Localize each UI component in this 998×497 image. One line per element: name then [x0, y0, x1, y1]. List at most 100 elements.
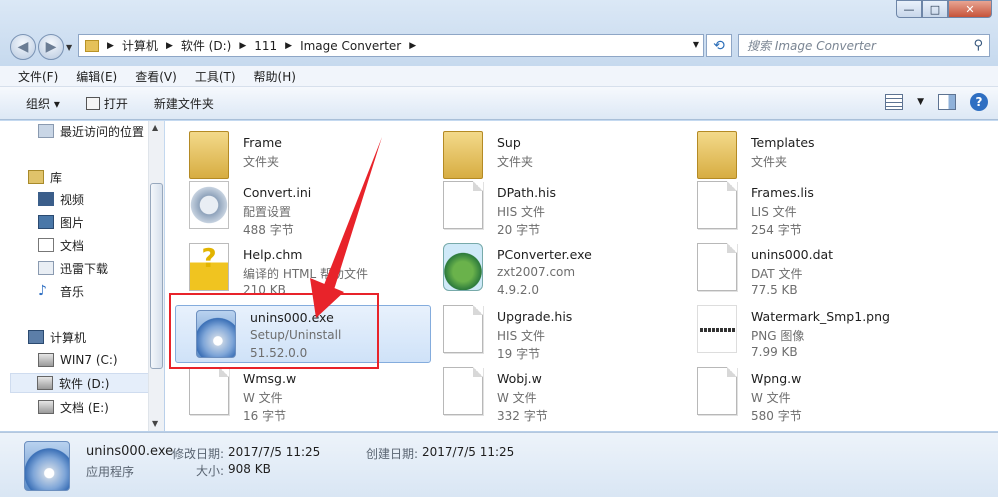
drive-icon — [37, 376, 53, 390]
help-file-icon: ? — [189, 243, 229, 291]
file-name: Wmsg.w — [243, 371, 297, 386]
nav-computer[interactable]: 计算机 — [28, 327, 86, 347]
breadcrumb-111[interactable]: 111 — [254, 39, 277, 53]
file-item[interactable]: Convert.ini 配置设置 488 字节 — [169, 177, 417, 237]
file-name: Frame — [243, 135, 282, 150]
file-size: 7.99 KB — [751, 345, 798, 359]
forward-button[interactable]: ▶ — [38, 34, 64, 60]
document-icon — [443, 181, 483, 229]
nav-documents[interactable]: 文档 — [38, 235, 84, 255]
maximize-button[interactable]: □ — [922, 0, 948, 18]
preview-pane-icon[interactable] — [938, 94, 956, 110]
recent-pages-dropdown[interactable]: ▼ — [66, 43, 72, 52]
view-dropdown-icon[interactable]: ▼ — [917, 97, 924, 107]
config-file-icon — [189, 181, 229, 229]
breadcrumb-image-converter[interactable]: Image Converter — [300, 39, 401, 53]
minimize-button[interactable]: — — [896, 0, 922, 18]
modified-label: 修改日期: — [172, 447, 225, 461]
file-type: 文件夹 — [751, 155, 788, 169]
file-item[interactable]: PConverter.exe zxt2007.com 4.9.2.0 — [423, 239, 671, 297]
file-item[interactable]: Wmsg.w W 文件 16 字节 — [169, 363, 417, 423]
document-icon — [189, 367, 229, 415]
organize-button[interactable]: 组织 ▾ — [26, 95, 60, 112]
nav-videos[interactable]: 视频 — [38, 189, 84, 209]
scroll-up-icon[interactable]: ▲ — [152, 123, 158, 132]
address-bar[interactable]: ▶ 计算机 ▶ 软件 (D:) ▶ 111 ▶ Image Converter … — [78, 34, 704, 57]
file-item[interactable]: DPath.his HIS 文件 20 字节 — [423, 177, 671, 237]
search-icon[interactable]: ⚲ — [973, 38, 983, 53]
file-name: PConverter.exe — [497, 247, 592, 262]
address-history-dropdown[interactable]: ▼ — [693, 40, 699, 49]
file-type: 文件夹 — [497, 155, 534, 169]
command-bar: 组织 ▾ 打开 新建文件夹 ▼ ? — [0, 87, 998, 120]
file-company: zxt2007.com — [497, 265, 576, 279]
folder-icon — [189, 131, 229, 179]
file-name: Frames.lis — [751, 185, 814, 200]
file-item[interactable]: ? Help.chm 编译的 HTML 帮助文件 210 KB — [169, 239, 417, 297]
nav-drive-c[interactable]: WIN7 (C:) — [38, 350, 118, 370]
file-type: W 文件 — [243, 391, 283, 405]
nav-recent-places[interactable]: 最近访问的位置 — [38, 121, 144, 141]
file-item[interactable]: Watermark_Smp1.png PNG 图像 7.99 KB — [677, 301, 925, 359]
music-icon: ♪ — [38, 283, 47, 299]
menu-view[interactable]: 查看(V) — [135, 68, 177, 85]
back-button[interactable]: ◀ — [10, 34, 36, 60]
file-type: HIS 文件 — [497, 329, 545, 343]
chevron-right-icon[interactable]: ▶ — [285, 41, 292, 51]
breadcrumb-drive-d[interactable]: 软件 (D:) — [181, 37, 231, 54]
document-icon — [697, 367, 737, 415]
file-name: Convert.ini — [243, 185, 312, 200]
file-item[interactable]: Upgrade.his HIS 文件 19 字节 — [423, 301, 671, 361]
search-box[interactable]: 搜索 Image Converter ⚲ — [738, 34, 990, 57]
nav-pictures[interactable]: 图片 — [38, 212, 84, 232]
new-folder-button[interactable]: 新建文件夹 — [154, 95, 214, 112]
close-button[interactable]: ✕ — [948, 0, 992, 18]
file-item[interactable]: Wpng.w W 文件 580 字节 — [677, 363, 925, 423]
file-item[interactable]: Wobj.w W 文件 332 字节 — [423, 363, 671, 423]
nav-label: 最近访问的位置 — [60, 124, 145, 139]
scroll-thumb[interactable] — [150, 183, 163, 369]
menu-edit[interactable]: 编辑(E) — [76, 68, 117, 85]
application-icon — [443, 243, 483, 291]
drive-icon — [38, 400, 54, 414]
file-name: Upgrade.his — [497, 309, 573, 324]
chevron-right-icon[interactable]: ▶ — [239, 41, 246, 51]
file-item[interactable]: Frames.lis LIS 文件 254 字节 — [677, 177, 925, 237]
chevron-right-icon[interactable]: ▶ — [409, 41, 416, 51]
computer-icon — [28, 330, 44, 344]
size-value: 908 KB — [228, 462, 271, 476]
nav-scrollbar[interactable]: ▲ ▼ — [148, 121, 164, 431]
file-size: 19 字节 — [497, 347, 541, 361]
file-name: Help.chm — [243, 247, 303, 262]
nav-music[interactable]: ♪ 音乐 — [38, 281, 84, 301]
nav-drive-d[interactable]: 软件 (D:) — [10, 373, 156, 393]
open-button[interactable]: 打开 — [85, 95, 128, 112]
details-pane: unins000.exe 应用程序 修改日期: 2017/7/5 11:25 创… — [0, 432, 998, 497]
menu-file[interactable]: 文件(F) — [18, 68, 58, 85]
open-icon — [85, 96, 100, 110]
nav-label: 库 — [50, 170, 63, 185]
folder-icon — [443, 131, 483, 179]
file-type: DAT 文件 — [751, 267, 803, 281]
open-label: 打开 — [103, 96, 128, 111]
scroll-down-icon[interactable]: ▼ — [152, 419, 158, 428]
file-name: Templates — [751, 135, 815, 150]
help-icon[interactable]: ? — [970, 93, 988, 111]
file-size: 332 字节 — [497, 409, 548, 423]
chevron-right-icon[interactable]: ▶ — [166, 41, 173, 51]
breadcrumb-computer[interactable]: 计算机 — [122, 37, 158, 54]
refresh-button[interactable]: ⟲ — [706, 34, 732, 57]
change-view-icon[interactable] — [885, 94, 904, 110]
nav-downloads[interactable]: 迅雷下载 — [38, 258, 108, 278]
organize-label: 组织 ▾ — [26, 96, 60, 111]
menu-tools[interactable]: 工具(T) — [195, 68, 236, 85]
document-icon — [443, 305, 483, 353]
file-item[interactable]: unins000.dat DAT 文件 77.5 KB — [677, 239, 925, 297]
nav-library[interactable]: 库 — [28, 167, 62, 187]
menu-help[interactable]: 帮助(H) — [254, 68, 296, 85]
folder-icon — [697, 131, 737, 179]
nav-drive-e[interactable]: 文档 (E:) — [38, 397, 109, 417]
documents-icon — [38, 238, 54, 252]
chevron-right-icon[interactable]: ▶ — [107, 41, 114, 51]
search-input[interactable]: 搜索 Image Converter — [747, 37, 876, 54]
